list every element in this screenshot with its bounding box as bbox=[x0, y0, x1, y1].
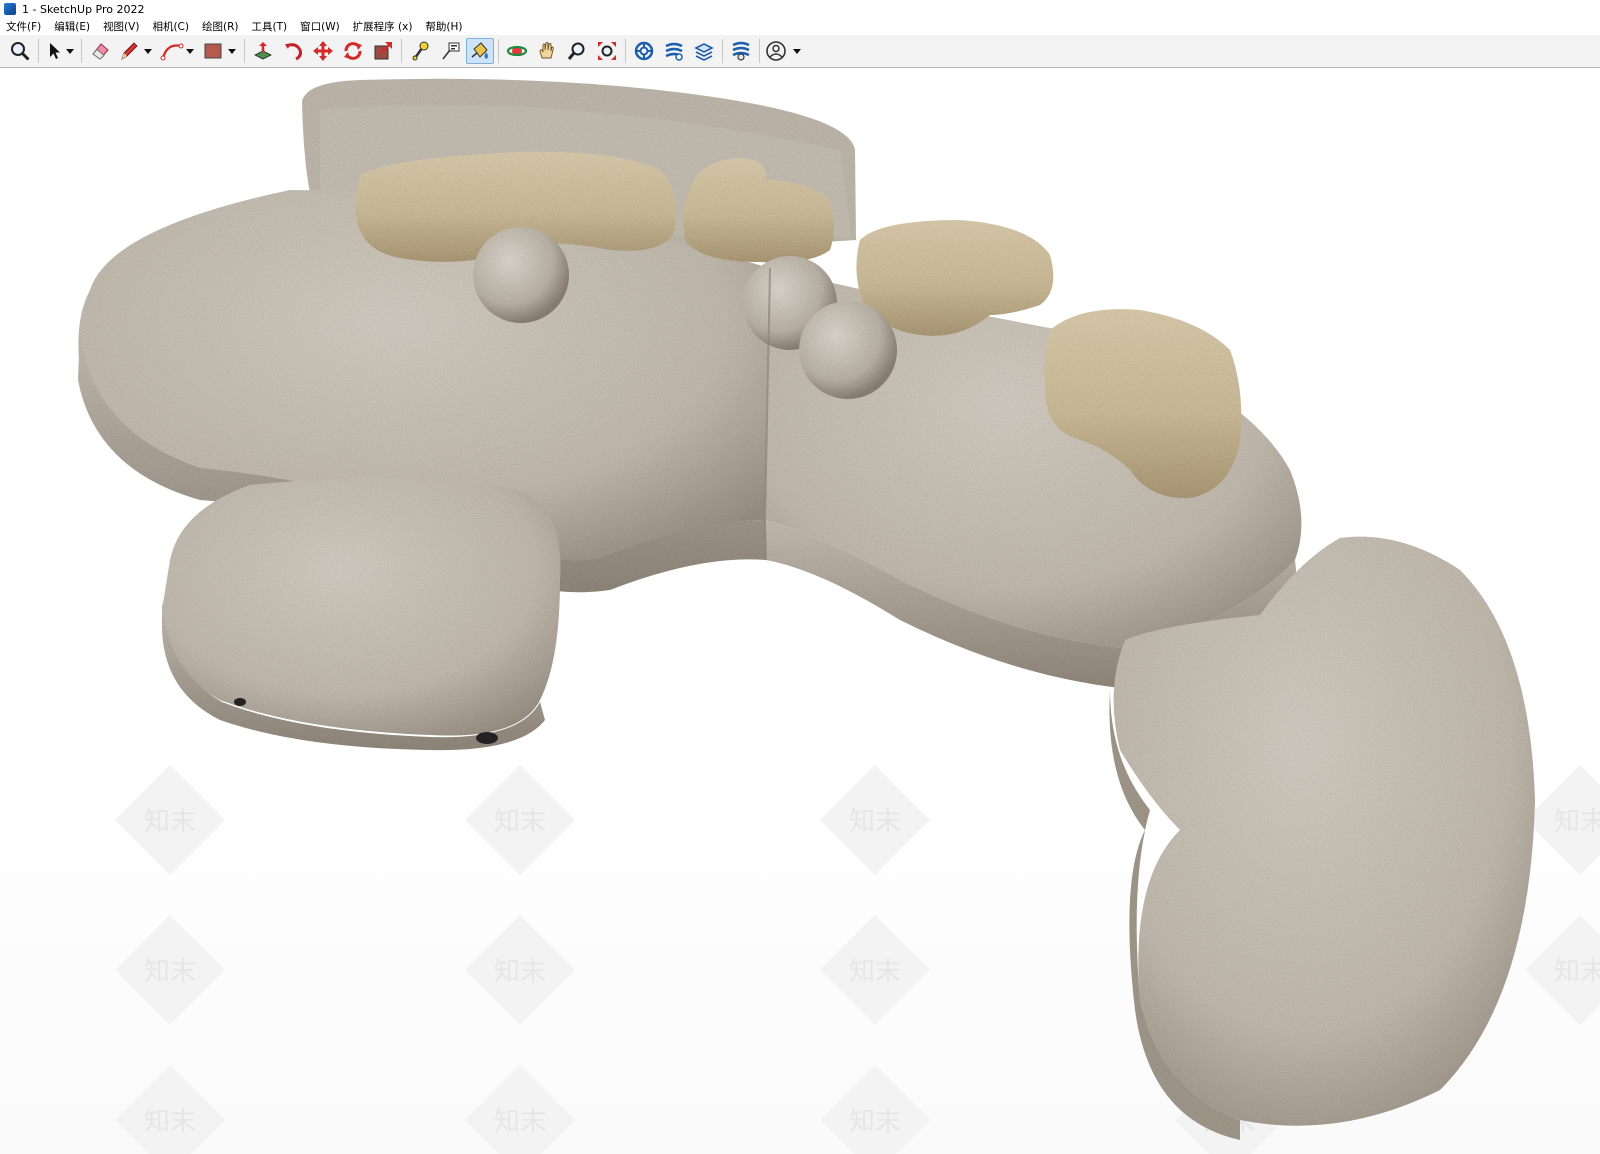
toolbar-separator bbox=[401, 39, 402, 63]
scale-icon[interactable] bbox=[369, 38, 397, 64]
zoom-extents-icon[interactable] bbox=[593, 38, 621, 64]
rotate-icon[interactable] bbox=[339, 38, 367, 64]
watermark-text: 知末 bbox=[144, 1107, 196, 1137]
sofa-model: 知末 知末 知末 知末 知末 知末 知末 知末 知末 知末 知末 知末 bbox=[0, 78, 1600, 1154]
watermark-text: 知末 bbox=[849, 1107, 901, 1137]
move-icon[interactable] bbox=[309, 38, 337, 64]
menu-bar: 文件(F) 编辑(E) 视图(V) 相机(C) 绘图(R) 工具(T) 窗口(W… bbox=[0, 18, 1600, 35]
menu-extensions[interactable]: 扩展程序 (x) bbox=[347, 19, 420, 34]
toolbar-separator bbox=[722, 39, 723, 63]
watermark-text: 知末 bbox=[144, 807, 196, 837]
menu-edit[interactable]: 编辑(E) bbox=[48, 19, 97, 34]
title-bar: 1 - SketchUp Pro 2022 bbox=[0, 0, 1600, 18]
extension-warehouse-icon[interactable] bbox=[660, 38, 688, 64]
back-cushion bbox=[856, 220, 1054, 336]
arc-icon[interactable] bbox=[158, 38, 198, 64]
follow-me-icon[interactable] bbox=[279, 38, 307, 64]
menu-draw[interactable]: 绘图(R) bbox=[196, 19, 246, 34]
round-pillow bbox=[799, 301, 897, 399]
paint-bucket-icon[interactable] bbox=[466, 38, 494, 64]
menu-help[interactable]: 帮助(H) bbox=[419, 19, 469, 34]
eraser-icon[interactable] bbox=[86, 38, 114, 64]
watermark-text: 知末 bbox=[1554, 957, 1600, 987]
rectangle-icon[interactable] bbox=[200, 38, 240, 64]
watermark-text: 知末 bbox=[494, 957, 546, 987]
ottoman-leg bbox=[476, 732, 498, 744]
text-label-icon[interactable] bbox=[436, 38, 464, 64]
model-viewport[interactable]: 知末 知末 知末 知末 知末 知末 知末 知末 知末 知末 知末 知末 bbox=[0, 68, 1600, 1154]
layout-send-icon[interactable] bbox=[690, 38, 718, 64]
tape-measure-icon[interactable] bbox=[406, 38, 434, 64]
orbit-icon[interactable] bbox=[503, 38, 531, 64]
sketchup-logo-icon bbox=[4, 3, 16, 15]
watermark-text: 知末 bbox=[494, 1107, 546, 1137]
sofa-ottoman bbox=[162, 478, 561, 736]
toolbar-separator bbox=[81, 39, 82, 63]
toolbar-separator bbox=[244, 39, 245, 63]
zoom-window-icon[interactable] bbox=[563, 38, 591, 64]
toolbar-separator bbox=[759, 39, 760, 63]
menu-tools[interactable]: 工具(T) bbox=[245, 19, 294, 34]
window-title: 1 - SketchUp Pro 2022 bbox=[22, 2, 145, 16]
ottoman-leg bbox=[234, 698, 246, 706]
warehouse-icon[interactable] bbox=[630, 38, 658, 64]
menu-camera[interactable]: 相机(C) bbox=[146, 19, 196, 34]
main-toolbar bbox=[0, 35, 1600, 68]
round-pillow bbox=[473, 227, 569, 323]
select-arrow-icon[interactable] bbox=[43, 38, 77, 64]
push-pull-icon[interactable] bbox=[249, 38, 277, 64]
watermark-text: 知末 bbox=[144, 957, 196, 987]
user-account-icon[interactable] bbox=[764, 38, 808, 64]
watermark-text: 知末 bbox=[494, 807, 546, 837]
menu-window[interactable]: 窗口(W) bbox=[294, 19, 347, 34]
toolbar-separator bbox=[625, 39, 626, 63]
zoom-icon[interactable] bbox=[6, 38, 34, 64]
menu-file[interactable]: 文件(F) bbox=[0, 19, 48, 34]
extension-manager-icon[interactable] bbox=[727, 38, 755, 64]
pan-hand-icon[interactable] bbox=[533, 38, 561, 64]
toolbar-separator bbox=[38, 39, 39, 63]
watermark-text: 知末 bbox=[1554, 807, 1600, 837]
watermark-text: 知末 bbox=[849, 807, 901, 837]
watermark-text: 知末 bbox=[849, 957, 901, 987]
toolbar-separator bbox=[498, 39, 499, 63]
pencil-line-icon[interactable] bbox=[116, 38, 156, 64]
menu-view[interactable]: 视图(V) bbox=[97, 19, 146, 34]
